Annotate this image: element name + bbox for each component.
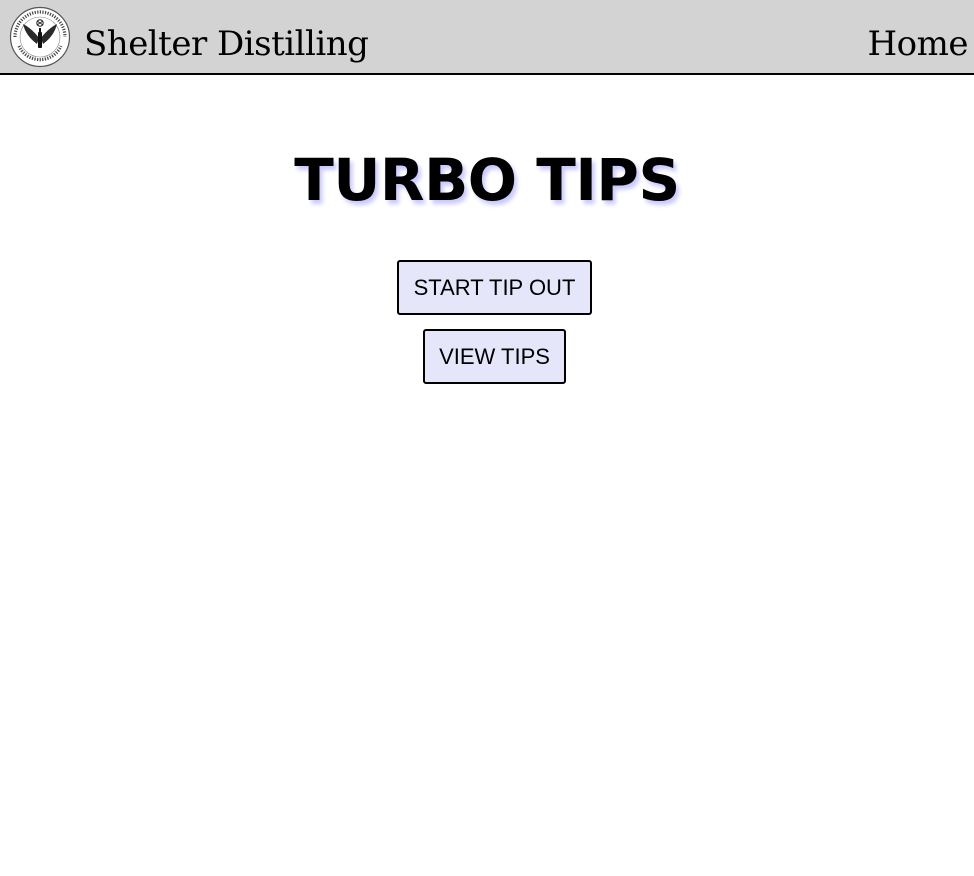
start-tip-out-button[interactable]: START TIP OUT	[397, 260, 592, 315]
page-title: TURBO TIPS	[294, 146, 680, 214]
home-link[interactable]: Home	[868, 24, 969, 64]
brand-name: Shelter Distilling	[84, 24, 369, 64]
shelter-distilling-logo[interactable]	[9, 6, 71, 68]
view-tips-button[interactable]: VIEW TIPS	[423, 329, 566, 384]
site-header: Shelter Distilling Home	[0, 0, 974, 75]
